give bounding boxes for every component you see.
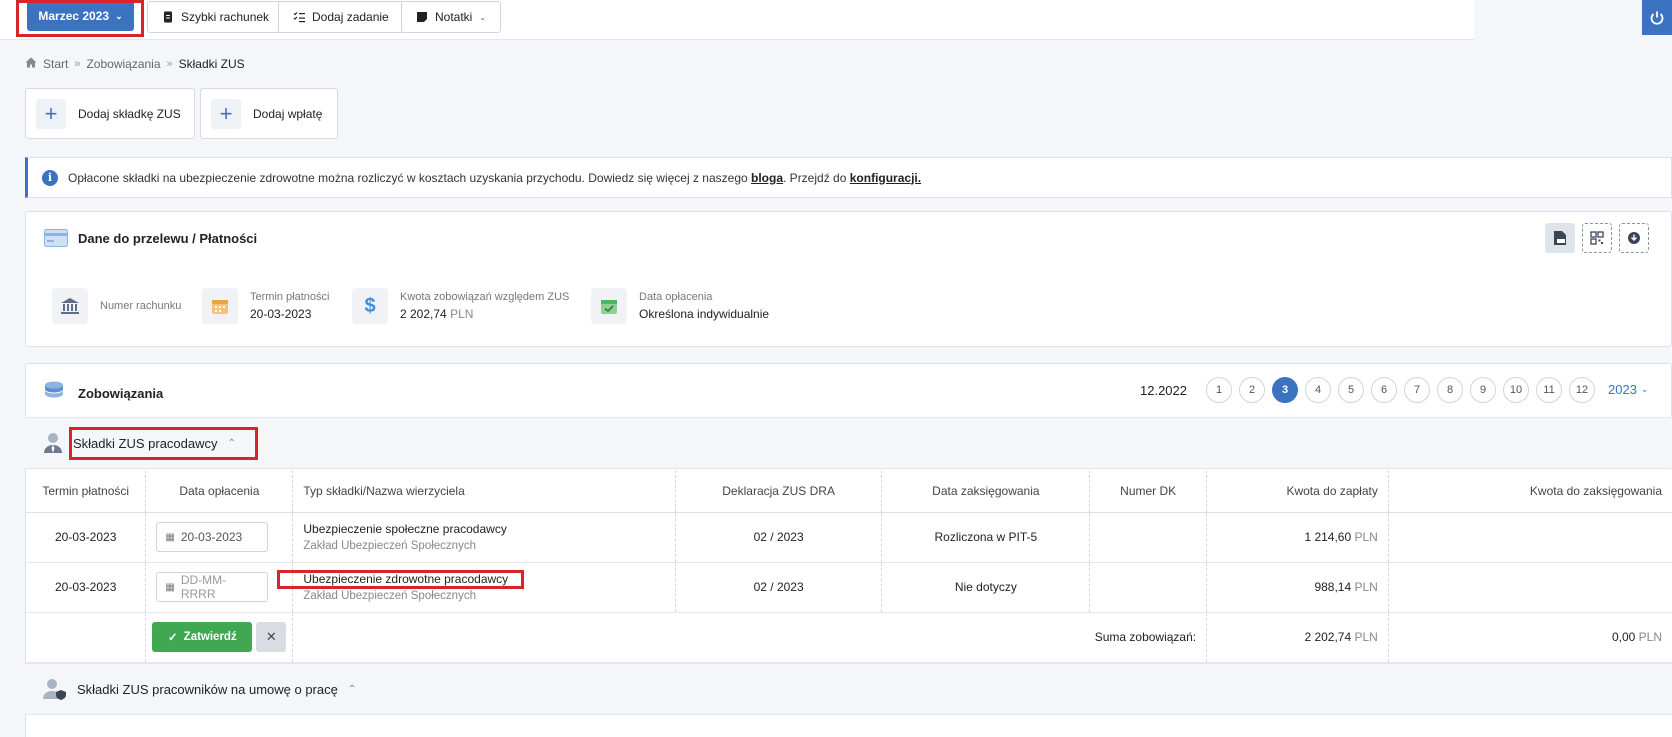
sum-label: Suma zobowiązań: — [292, 612, 1208, 663]
note-icon — [417, 12, 427, 22]
detail-paid-date: Data opłacenia Określona indywidualnie — [591, 288, 769, 324]
calendar-icon — [202, 288, 238, 324]
table-sum-row: ✓ Zatwierdź ✕ Suma zobowiązań: 2 202,74 … — [26, 612, 1672, 663]
month-page-12[interactable]: 12 — [1569, 377, 1595, 403]
liabilities-title: Zobowiązania — [78, 386, 164, 401]
detail-amount: $ Kwota zobowiązań względem ZUS 2 202,74… — [352, 288, 569, 324]
chevron-up-icon: ⌃ — [347, 683, 357, 695]
col-to-book: Kwota do zaksięgowania — [1388, 470, 1672, 513]
chevron-up-icon: ⌃ — [227, 437, 236, 449]
chevron-down-icon: ⌄ — [1640, 384, 1649, 394]
month-page-11[interactable]: 11 — [1536, 377, 1562, 403]
year-selector[interactable]: 2023 ⌄ — [1608, 382, 1648, 397]
notes-button[interactable]: Notatki ⌄ — [401, 1, 502, 33]
quick-invoice-button[interactable]: Szybki rachunek — [147, 1, 285, 33]
calendar-icon: ▦ — [165, 531, 175, 543]
col-booking-date: Data zaksięgowania — [881, 470, 1091, 513]
coins-stack-icon — [45, 381, 63, 398]
month-page-8[interactable]: 8 — [1437, 377, 1463, 403]
top-bar: Marzec 2023 ⌄ Szybki rachunek Dodaj zada… — [0, 0, 1474, 40]
chevron-right-icon: » — [74, 58, 81, 70]
breadcrumb-start[interactable]: Start — [43, 57, 68, 71]
checklist-icon — [293, 12, 305, 23]
employer-section-title: Składki ZUS pracodawcy — [73, 435, 218, 451]
breadcrumb: Start » Zobowiązania » Składki ZUS — [25, 57, 245, 71]
user-icon — [44, 433, 62, 453]
bank-icon — [52, 288, 88, 324]
month-page-5[interactable]: 5 — [1338, 377, 1364, 403]
calendar-icon: ▦ — [165, 581, 175, 593]
blog-link[interactable]: bloga — [751, 171, 783, 185]
chevron-down-icon: ⌄ — [115, 10, 123, 21]
employer-contributions-table: Termin płatności Data opłacenia Typ skła… — [26, 470, 1672, 663]
month-page-7[interactable]: 7 — [1404, 377, 1430, 403]
month-page-2[interactable]: 2 — [1239, 377, 1265, 403]
dollar-icon: $ — [352, 288, 388, 324]
col-dk-number: Numer DK — [1089, 470, 1208, 513]
add-task-button[interactable]: Dodaj zadanie — [278, 1, 404, 33]
home-icon — [25, 57, 37, 71]
month-page-1[interactable]: 1 — [1206, 377, 1232, 403]
calendar-check-icon — [591, 288, 627, 324]
breadcrumb-current: Składki ZUS — [178, 57, 245, 71]
check-icon: ✓ — [168, 632, 178, 644]
employees-section-header[interactable]: Składki ZUS pracowników na umowę o pracę… — [25, 663, 1672, 715]
info-icon: i — [42, 169, 58, 186]
month-page-6[interactable]: 6 — [1371, 377, 1397, 403]
power-icon — [1650, 11, 1664, 25]
detail-account-number: Numer rachunku — [52, 288, 181, 324]
pdf-icon — [1554, 231, 1566, 245]
pdf-button[interactable] — [1545, 223, 1575, 253]
table-row: 20-03-2023 ▦ DD-MM-RRRR Ubezpieczenie zd… — [26, 562, 1672, 613]
plus-icon: + — [211, 98, 241, 129]
close-icon: ✕ — [265, 629, 277, 644]
configuration-link[interactable]: konfiguracji. — [850, 171, 921, 185]
plus-icon: + — [36, 98, 66, 129]
col-declaration: Deklaracja ZUS DRA — [675, 470, 883, 513]
employees-section-title: Składki ZUS pracowników na umowę o pracę — [77, 681, 338, 697]
info-banner: i Opłacone składki na ubezpieczenie zdro… — [25, 157, 1672, 198]
month-page-3[interactable]: 3 — [1272, 377, 1298, 403]
month-page-4[interactable]: 4 — [1305, 377, 1331, 403]
document-icon — [164, 11, 172, 23]
user-shield-icon — [43, 679, 66, 700]
col-due-date: Termin płatności — [26, 470, 147, 513]
payment-card-title: Dane do przelewu / Płatności — [78, 231, 258, 246]
download-button[interactable] — [1619, 223, 1649, 253]
qr-code-icon — [1590, 231, 1604, 245]
table-header: Termin płatności Data opłacenia Typ skła… — [26, 470, 1672, 513]
col-amount: Kwota do zapłaty — [1206, 470, 1389, 513]
qr-code-button[interactable] — [1582, 223, 1612, 253]
previous-period-label[interactable]: 12.2022 — [1140, 383, 1187, 398]
cancel-button[interactable]: ✕ — [256, 622, 287, 652]
add-contribution-button[interactable]: + Dodaj składkę ZUS — [25, 88, 195, 139]
power-button[interactable] — [1642, 0, 1672, 35]
chevron-right-icon: » — [166, 58, 173, 70]
paid-date-input[interactable]: ▦ 20-03-2023 — [156, 522, 269, 552]
table-row: 20-03-2023 ▦ 20-03-2023 Ubezpieczenie sp… — [26, 512, 1672, 563]
employer-section-header[interactable]: Składki ZUS pracodawcy ⌃ — [25, 417, 1672, 469]
month-selector-button[interactable]: Marzec 2023 ⌄ — [27, 1, 134, 31]
add-payment-button[interactable]: + Dodaj wpłatę — [200, 88, 338, 139]
detail-due-date: Termin płatności 20-03-2023 — [202, 288, 329, 324]
credit-card-icon — [44, 229, 68, 247]
month-page-10[interactable]: 10 — [1503, 377, 1529, 403]
col-type: Typ składki/Nazwa wierzyciela — [292, 470, 676, 513]
download-icon — [1628, 232, 1640, 244]
month-page-9[interactable]: 9 — [1470, 377, 1496, 403]
breadcrumb-zobowiazania[interactable]: Zobowiązania — [86, 57, 160, 71]
chevron-down-icon: ⌄ — [479, 12, 487, 22]
paid-date-input[interactable]: ▦ DD-MM-RRRR — [156, 572, 269, 602]
col-paid-date: Data opłacenia — [145, 470, 294, 513]
month-pager: 1 2 3 4 5 6 7 8 9 10 11 12 — [1206, 377, 1595, 403]
confirm-button[interactable]: ✓ Zatwierdź — [152, 622, 253, 652]
payment-details-card: Dane do przelewu / Płatności Numer rachu… — [25, 211, 1672, 347]
